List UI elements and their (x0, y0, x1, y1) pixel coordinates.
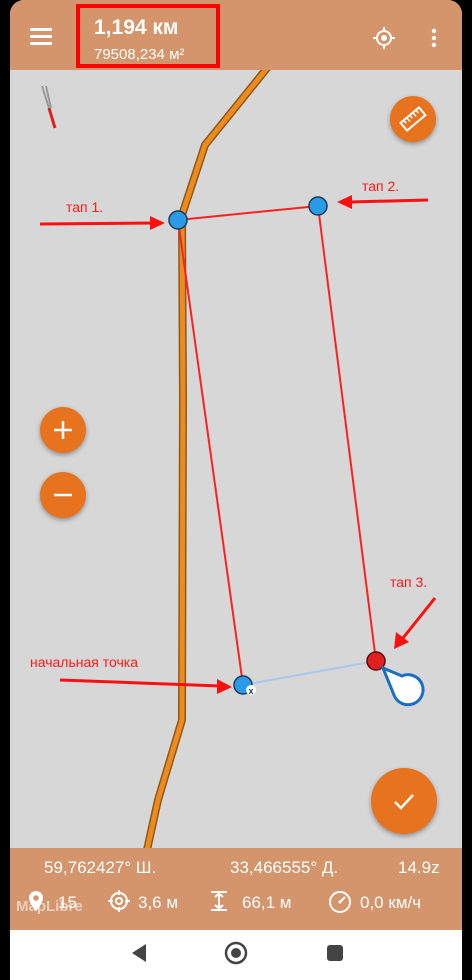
gps-accuracy: 3,6 м (138, 893, 179, 912)
zoom-in-button[interactable] (40, 407, 86, 453)
confirm-button[interactable] (371, 768, 437, 834)
altitude-icon (211, 891, 227, 911)
latitude: 59,762427° Ш. (44, 858, 157, 877)
annotation-tap3: тап 3. (390, 574, 428, 590)
road-line (143, 70, 271, 848)
measured-distance: 1,194 км (94, 16, 179, 39)
annotation-start-point: начальная точка (30, 654, 138, 670)
recents-icon[interactable] (326, 944, 344, 962)
system-navigation-bar (10, 930, 462, 980)
minus-icon (54, 493, 72, 497)
locate-icon[interactable] (372, 26, 396, 50)
status-panel: 59,762427° Ш. 33,466555° Д. 14.9z 15 3,6… (10, 848, 462, 930)
top-app-bar: 1,194 км 79508,234 м² (10, 0, 462, 70)
annotation-arrows (39, 195, 437, 694)
check-icon (394, 794, 414, 810)
gps-accuracy-icon (108, 890, 130, 912)
longitude: 33,466555° Д. (230, 858, 339, 877)
measure-closing-segment (242, 660, 377, 686)
back-icon[interactable] (130, 943, 148, 963)
measured-area: 79508,234 м² (94, 46, 185, 63)
road-line-inner (144, 70, 269, 848)
drag-handle-icon[interactable] (380, 665, 425, 707)
measure-point-2[interactable] (308, 196, 328, 216)
measure-segment (177, 219, 244, 686)
measure-segment (177, 205, 319, 221)
ruler-icon (399, 106, 427, 132)
measure-point-1[interactable] (168, 210, 188, 230)
measure-segment (317, 205, 377, 662)
plus-icon (54, 421, 72, 439)
annotation-tap2: тап 2. (362, 178, 400, 194)
speedometer-icon (329, 891, 351, 913)
app-screen: 1,194 км 79508,234 м² x тап 1. тап 2. та… (10, 0, 462, 980)
home-icon[interactable] (224, 941, 248, 965)
maplibre-attribution[interactable]: MapLibre (16, 898, 83, 915)
annotation-tap1: тап 1. (66, 199, 104, 215)
compass-icon[interactable] (41, 85, 57, 129)
zoom-level: 14.9z (398, 858, 440, 877)
more-vert-icon[interactable] (430, 28, 438, 48)
altitude: 66,1 м (242, 893, 292, 912)
menu-icon[interactable] (30, 28, 52, 45)
zoom-out-button[interactable] (40, 472, 86, 518)
svg-text:x: x (248, 686, 253, 696)
ruler-button[interactable] (390, 96, 436, 142)
speed: 0,0 км/ч (360, 893, 422, 912)
